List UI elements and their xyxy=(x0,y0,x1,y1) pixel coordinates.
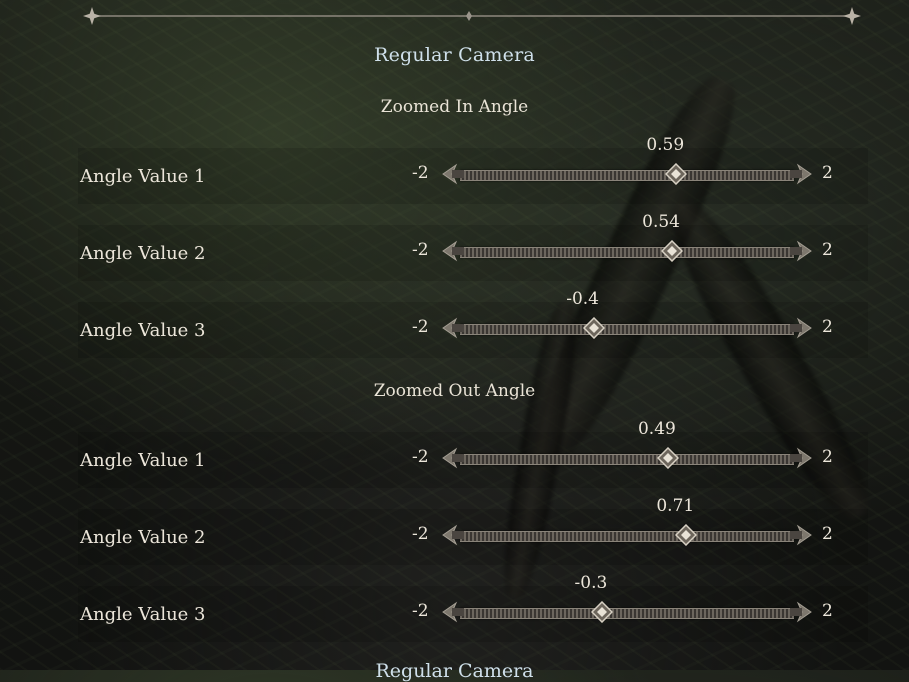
slider-value: 0.71 xyxy=(656,496,695,516)
slider-min-label: -2 xyxy=(412,163,429,183)
slider-thumb[interactable]: 0.71 xyxy=(656,496,698,547)
slider-thumb[interactable]: 0.49 xyxy=(638,419,679,470)
slider-max-label: 2 xyxy=(822,524,833,544)
slider-left-cap-icon xyxy=(442,163,464,185)
next-section-title: Regular Camera xyxy=(375,660,534,682)
slider-right-cap-icon xyxy=(790,447,812,469)
slider-thumb[interactable]: 0.59 xyxy=(646,135,688,186)
setting-row: Angle Value 3 -2 -0.3 2 xyxy=(78,573,868,642)
setting-label: Angle Value 3 xyxy=(80,320,206,341)
setting-label: Angle Value 1 xyxy=(80,166,206,187)
slider-min-label: -2 xyxy=(412,317,429,337)
setting-label: Angle Value 2 xyxy=(80,527,206,548)
slider-thumb[interactable]: 0.54 xyxy=(642,212,684,263)
angle-slider[interactable]: 0.49 xyxy=(442,419,812,470)
slider-right-cap-icon xyxy=(790,240,812,262)
angle-slider[interactable]: 0.59 xyxy=(442,135,812,186)
slider-track[interactable] xyxy=(460,324,794,335)
slider-value: 0.49 xyxy=(637,419,676,439)
slider-max-label: 2 xyxy=(822,240,833,260)
slider-left-cap-icon xyxy=(442,317,464,339)
slider-value: 0.59 xyxy=(646,135,685,155)
slider-right-cap-icon xyxy=(790,317,812,339)
slider-value: -0.4 xyxy=(566,289,599,309)
group-title-zoomed-out: Zoomed Out Angle xyxy=(373,381,536,401)
angle-slider[interactable]: -0.4 xyxy=(442,289,812,340)
slider-value: -0.3 xyxy=(574,573,608,593)
diamond-thumb-icon xyxy=(665,162,688,186)
slider-max-label: 2 xyxy=(822,163,833,183)
slider-value: 0.54 xyxy=(642,212,680,232)
slider-max-label: 2 xyxy=(822,447,833,467)
slider-min-label: -2 xyxy=(412,524,429,544)
slider-right-cap-icon xyxy=(790,524,812,546)
slider-track[interactable] xyxy=(460,531,794,542)
slider-thumb[interactable]: -0.4 xyxy=(566,289,605,340)
angle-slider[interactable]: 0.71 xyxy=(442,496,812,547)
angle-slider[interactable]: 0.54 xyxy=(442,212,812,263)
slider-thumb[interactable]: -0.3 xyxy=(575,573,613,624)
setting-row: Angle Value 2 -2 0.54 2 xyxy=(78,212,868,281)
slider-min-label: -2 xyxy=(412,447,429,467)
slider-min-label: -2 xyxy=(412,240,429,260)
slider-left-cap-icon xyxy=(442,447,464,469)
setting-label: Angle Value 1 xyxy=(80,450,206,471)
slider-track[interactable] xyxy=(460,247,794,258)
diamond-thumb-icon xyxy=(675,523,698,547)
slider-max-label: 2 xyxy=(822,601,833,621)
diamond-thumb-icon xyxy=(661,239,684,263)
ornamental-divider xyxy=(83,7,861,25)
setting-row: Angle Value 2 -2 0.71 2 xyxy=(78,496,868,565)
slider-right-cap-icon xyxy=(790,601,812,623)
slider-max-label: 2 xyxy=(822,317,833,337)
setting-row: Angle Value 3 -2 -0.4 2 xyxy=(78,289,868,358)
slider-right-cap-icon xyxy=(790,163,812,185)
angle-slider[interactable]: -0.3 xyxy=(442,573,812,624)
setting-row: Angle Value 1 -2 0.49 2 xyxy=(78,419,868,488)
diamond-thumb-icon xyxy=(656,446,679,470)
slider-track[interactable] xyxy=(460,454,794,465)
setting-row: Angle Value 1 -2 0.59 2 xyxy=(78,135,868,204)
slider-min-label: -2 xyxy=(412,601,429,621)
setting-label: Angle Value 3 xyxy=(80,604,206,625)
group-title-zoomed-in: Zoomed In Angle xyxy=(380,97,529,117)
slider-track[interactable] xyxy=(460,608,794,619)
section-title: Regular Camera xyxy=(374,44,535,66)
slider-track[interactable] xyxy=(460,170,794,181)
diamond-thumb-icon xyxy=(582,316,605,340)
slider-left-cap-icon xyxy=(442,601,464,623)
slider-left-cap-icon xyxy=(442,240,464,262)
diamond-thumb-icon xyxy=(590,600,613,624)
setting-label: Angle Value 2 xyxy=(80,243,206,264)
slider-left-cap-icon xyxy=(442,524,464,546)
